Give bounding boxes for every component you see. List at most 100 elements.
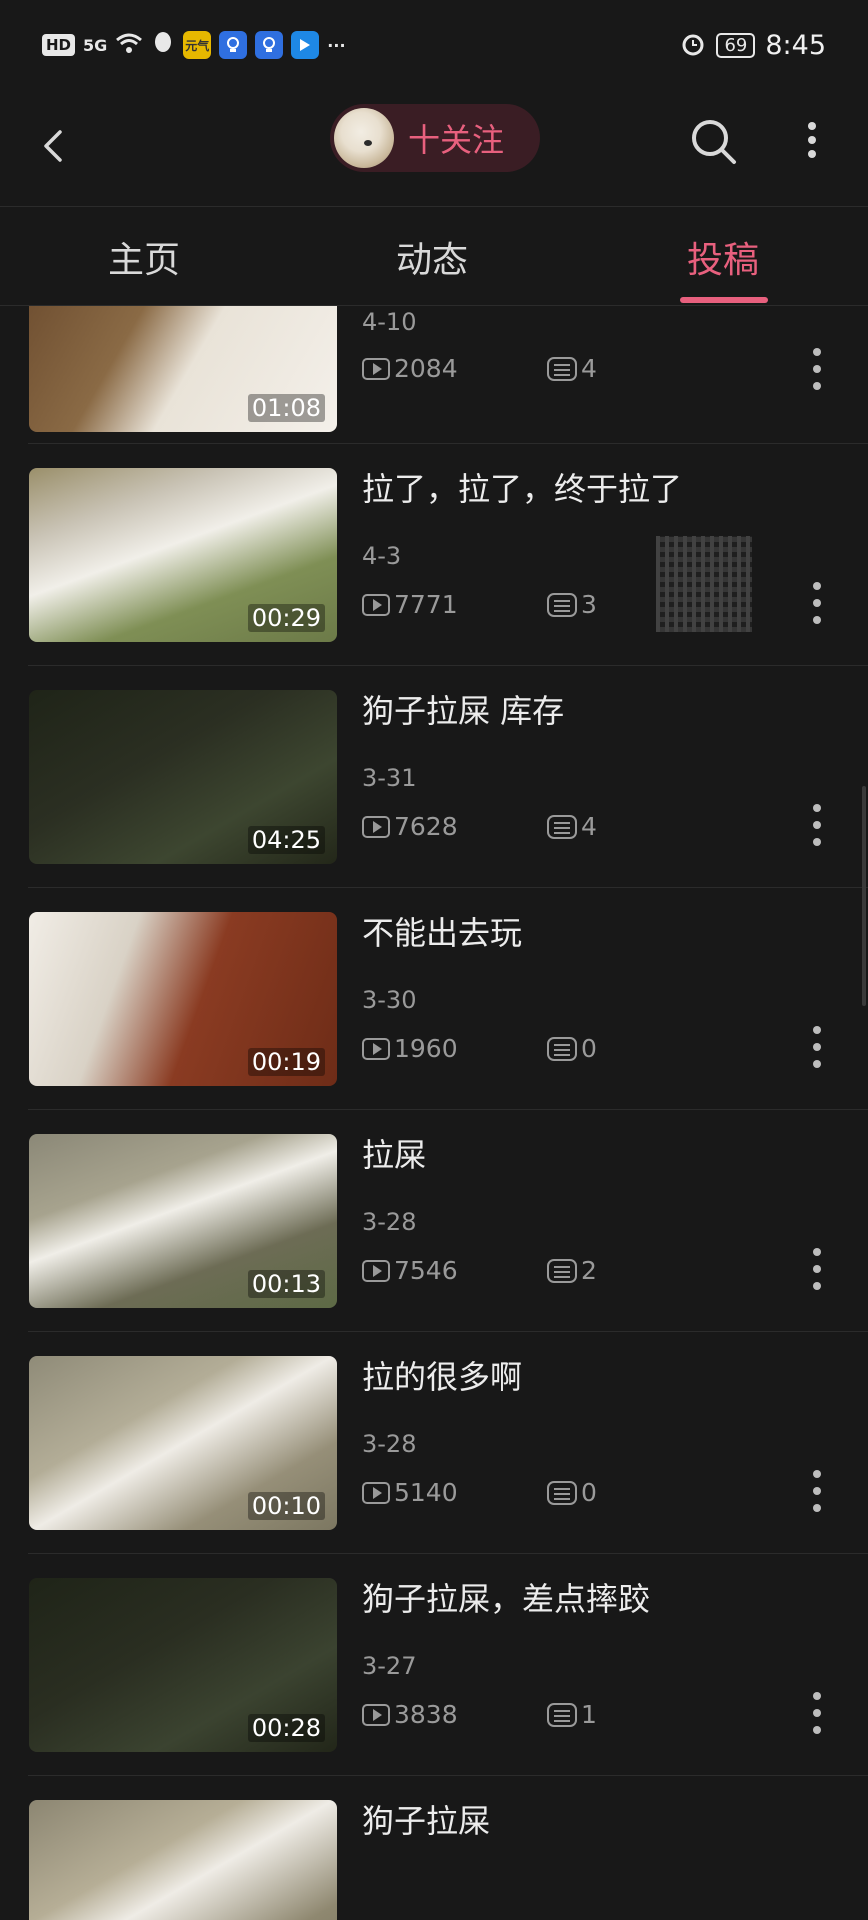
avatar[interactable]: [334, 108, 394, 168]
list-item[interactable]: 04:25 狗子拉屎 库存 3-31 7628 4: [0, 666, 868, 888]
comment-count: 2: [547, 1256, 597, 1285]
clock: 8:45: [765, 30, 826, 61]
profile-tabs: 主页 动态 投稿: [0, 207, 868, 306]
more-menu-button[interactable]: [800, 116, 824, 172]
list-item[interactable]: 01:08 ... 4-10 2084 4: [0, 306, 868, 444]
item-more-button[interactable]: [812, 348, 822, 392]
tab-submissions[interactable]: 投稿: [687, 231, 759, 283]
comment-icon: [547, 1258, 577, 1283]
video-thumbnail[interactable]: 00:28: [29, 1578, 337, 1752]
tab-dynamics[interactable]: 动态: [396, 231, 468, 283]
battery-level: 69: [716, 33, 756, 58]
list-item[interactable]: 00:19 不能出去玩 3-30 1960 0: [0, 888, 868, 1110]
view-count-value: 1960: [394, 1034, 458, 1063]
item-more-button[interactable]: [812, 1248, 822, 1292]
video-thumbnail[interactable]: 00:13: [29, 1134, 337, 1308]
view-count: 2084: [362, 354, 458, 383]
video-date: 3-30: [362, 986, 417, 1014]
video-title[interactable]: 不能出去玩: [362, 908, 522, 954]
hd-badge: HD: [42, 34, 76, 56]
video-date: 3-28: [362, 1208, 417, 1236]
comment-count: 3: [547, 590, 597, 619]
view-count-value: 7628: [394, 812, 458, 841]
play-icon: [362, 593, 390, 616]
video-duration: 00:10: [247, 1492, 325, 1520]
list-item[interactable]: 狗子拉屎: [0, 1776, 868, 1920]
video-title[interactable]: 狗子拉屎，差点摔跤: [362, 1574, 650, 1620]
list-item[interactable]: 00:28 狗子拉屎，差点摔跤 3-27 3838 1: [0, 1554, 868, 1776]
status-bar: HD 5G 元气 ··· 69 8:45: [0, 0, 868, 96]
video-date: 3-27: [362, 1652, 417, 1680]
view-count: 1960: [362, 1034, 458, 1063]
play-icon: [362, 815, 390, 838]
comment-count-value: 0: [581, 1478, 597, 1507]
video-thumbnail[interactable]: [29, 1800, 337, 1920]
video-title[interactable]: 狗子拉屎: [362, 1796, 490, 1842]
play-icon: [362, 1481, 390, 1504]
comment-count-value: 2: [581, 1256, 597, 1285]
comment-icon: [547, 814, 577, 839]
view-count-value: 7546: [394, 1256, 458, 1285]
video-duration: 00:13: [247, 1270, 325, 1298]
item-more-button[interactable]: [812, 1470, 822, 1514]
video-duration: 00:29: [247, 604, 325, 632]
active-tab-indicator: [680, 297, 768, 303]
comment-count-value: 3: [581, 590, 597, 619]
search-button[interactable]: [686, 114, 742, 170]
list-item[interactable]: 00:29 拉了，拉了，终于拉了 4-3 7771 3: [0, 444, 868, 666]
signal-icon: 5G: [83, 35, 108, 55]
video-thumbnail[interactable]: 04:25: [29, 690, 337, 864]
comment-count-value: 4: [581, 354, 597, 383]
comment-count: 4: [547, 812, 597, 841]
view-count: 7771: [362, 590, 458, 619]
list-item[interactable]: 00:10 拉的很多啊 3-28 5140 0: [0, 1332, 868, 1554]
video-thumbnail[interactable]: 00:29: [29, 468, 337, 642]
list-item[interactable]: 00:13 拉屎 3-28 7546 2: [0, 1110, 868, 1332]
status-left: HD 5G 元气 ···: [42, 30, 346, 60]
video-title[interactable]: 狗子拉屎 库存: [362, 686, 564, 732]
play-icon: [362, 1037, 390, 1060]
status-right: 69 8:45: [680, 30, 826, 61]
item-more-button[interactable]: [812, 582, 822, 626]
search-icon: [692, 120, 736, 164]
item-more-button[interactable]: [812, 804, 822, 848]
comment-count-value: 4: [581, 812, 597, 841]
follow-button[interactable]: 十关注: [330, 104, 540, 172]
yuanqi-app-icon: 元气: [183, 31, 212, 59]
view-count-value: 7771: [394, 590, 458, 619]
item-more-button[interactable]: [812, 1026, 822, 1070]
bulb-app-icon: [219, 31, 248, 59]
video-thumbnail[interactable]: 00:19: [29, 912, 337, 1086]
comment-count: 4: [547, 354, 597, 383]
comment-count: 1: [547, 1700, 597, 1729]
view-count-value: 2084: [394, 354, 458, 383]
play-icon: [362, 1259, 390, 1282]
item-more-button[interactable]: [812, 1692, 822, 1736]
scrollbar[interactable]: [862, 786, 866, 1006]
bulb-app-icon-2: [255, 31, 284, 59]
video-date: 3-31: [362, 764, 417, 792]
follow-label: 十关注: [408, 121, 505, 159]
view-count: 7628: [362, 812, 458, 841]
video-date: 3-28: [362, 1430, 417, 1458]
chevron-left-icon: [44, 130, 62, 162]
qr-code-image: [656, 536, 752, 632]
comment-icon: [547, 356, 577, 381]
video-date: 4-10: [362, 308, 417, 336]
comment-count-value: 0: [581, 1034, 597, 1063]
play-icon: [362, 1703, 390, 1726]
comment-count: 0: [547, 1478, 597, 1507]
comment-count: 0: [547, 1034, 597, 1063]
view-count-value: 3838: [394, 1700, 458, 1729]
video-title[interactable]: 拉了，拉了，终于拉了: [362, 464, 682, 510]
video-thumbnail[interactable]: 00:10: [29, 1356, 337, 1530]
comment-icon: [547, 1036, 577, 1061]
back-button[interactable]: [34, 116, 74, 176]
more-vertical-icon: [808, 122, 816, 158]
video-date: 4-3: [362, 542, 402, 570]
video-duration: 00:28: [247, 1714, 325, 1742]
video-title[interactable]: 拉的很多啊: [362, 1352, 522, 1398]
tab-home[interactable]: 主页: [108, 231, 180, 283]
video-thumbnail[interactable]: 01:08: [29, 306, 337, 432]
video-title[interactable]: 拉屎: [362, 1130, 426, 1176]
